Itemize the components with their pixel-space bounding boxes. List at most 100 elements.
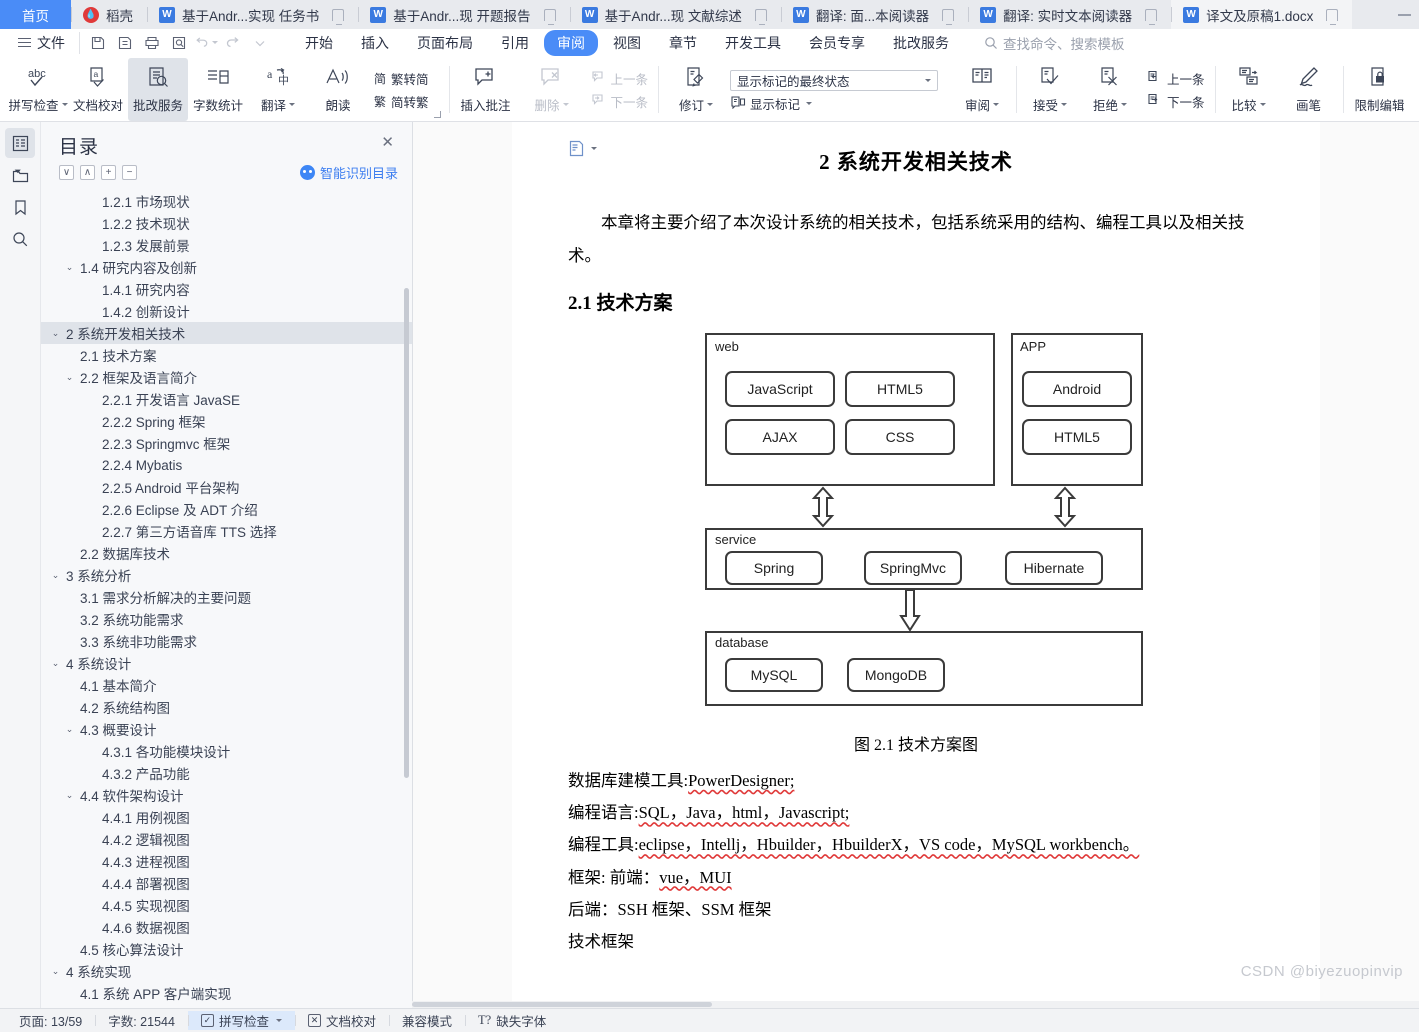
chevron-down-icon[interactable] <box>275 1019 282 1022</box>
chevron-down-icon[interactable]: ⌄ <box>49 966 62 977</box>
chevron-down-icon[interactable] <box>591 147 597 150</box>
tab-document-3[interactable]: 基于Andr...现 文献综述 <box>569 0 781 29</box>
next-change-button[interactable]: 下一条 <box>1146 92 1205 111</box>
document-pane[interactable]: 2 系统开发相关技术 本章将主要介绍了本次设计系统的相关技术，包括系统采用的结构… <box>413 122 1419 1008</box>
chevron-down-icon[interactable] <box>61 103 68 106</box>
outline-item[interactable]: 3.3 系统非功能需求 <box>41 630 412 652</box>
outline-item[interactable]: 4.4.1 用例视图 <box>41 806 412 828</box>
outline-item[interactable]: 2.1 技术方案 <box>41 344 412 366</box>
tab-document-6[interactable]: 译文及原稿1.docx <box>1171 0 1353 29</box>
chevron-down-icon[interactable]: ⌄ <box>63 262 76 273</box>
outline-item[interactable]: 4.4.6 数据视图 <box>41 916 412 938</box>
outline-item[interactable]: 2.2.5 Android 平台架构 <box>41 476 412 498</box>
expand-all-button[interactable]: + <box>101 165 116 180</box>
outline-item[interactable]: ⌄ 2 系统开发相关技术 <box>41 322 412 344</box>
outline-panel-icon[interactable] <box>5 128 35 158</box>
outline-item[interactable]: ⌄ 4.3 概要设计 <box>41 718 412 740</box>
pen-brush-button[interactable]: 画笔 <box>1279 58 1339 121</box>
outline-scrollbar-thumb[interactable] <box>404 288 409 778</box>
tab-page-layout[interactable]: 页面布局 <box>404 30 486 56</box>
document-proof-button[interactable]: a 文档校对 <box>68 58 128 121</box>
outline-item[interactable]: 2.2.6 Eclipse 及 ADT 介绍 <box>41 498 412 520</box>
save-as-icon[interactable] <box>113 32 137 54</box>
tab-start[interactable]: 开始 <box>292 30 346 56</box>
spellcheck-button[interactable]: abc 拼写检查 <box>8 58 68 121</box>
outline-item[interactable]: 4.3.1 各功能模块设计 <box>41 740 412 762</box>
tab-dev-tools[interactable]: 开发工具 <box>712 30 794 56</box>
markup-state-select[interactable]: 显示标记的最终状态 <box>730 69 939 91</box>
outline-item[interactable]: ⌄ 4 系统实现 <box>41 960 412 982</box>
horizontal-scrollbar-thumb[interactable] <box>412 1002 712 1007</box>
reject-change-button[interactable]: 拒绝 <box>1080 58 1140 121</box>
tab-pin-icon[interactable] <box>1326 8 1339 25</box>
status-proofread-button[interactable]: ✕ 文档校对 <box>294 1011 389 1030</box>
chevron-down-icon[interactable]: ⌄ <box>63 724 76 735</box>
undo-dropdown-caret[interactable] <box>212 41 218 44</box>
chevron-down-icon[interactable] <box>806 101 813 105</box>
window-minimize-icon[interactable] <box>1398 13 1411 16</box>
chevron-down-icon[interactable] <box>993 103 1000 106</box>
expand-down-button[interactable]: ∨ <box>59 165 74 180</box>
bookmark-icon[interactable] <box>5 192 35 222</box>
tab-document-1[interactable]: 基于Andr...实现 任务书 <box>147 0 359 29</box>
chevron-down-icon[interactable]: ⌄ <box>49 570 62 581</box>
outline-item[interactable]: ⌄ 1.4 研究内容及创新 <box>41 256 412 278</box>
outline-item[interactable]: 3.1 需求分析解决的主要问题 <box>41 586 412 608</box>
undo-icon[interactable] <box>194 32 218 54</box>
outline-item[interactable]: 1.4.1 研究内容 <box>41 278 412 300</box>
file-menu-button[interactable]: 文件 <box>8 33 75 53</box>
outline-item[interactable]: 2.2.3 Springmvc 框架 <box>41 432 412 454</box>
chevron-down-icon[interactable] <box>1121 103 1128 106</box>
print-icon[interactable] <box>140 32 164 54</box>
chevron-down-icon[interactable]: ⌄ <box>63 372 76 383</box>
tab-references[interactable]: 引用 <box>488 30 542 56</box>
outline-item[interactable]: 1.2.3 发展前景 <box>41 234 412 256</box>
tab-pin-icon[interactable] <box>332 8 345 25</box>
collapse-up-button[interactable]: ∧ <box>80 165 95 180</box>
prev-comment-button[interactable]: 上一条 <box>591 69 648 88</box>
chevron-down-icon[interactable] <box>1061 103 1068 106</box>
outline-item[interactable]: ⌄ 4 系统设计 <box>41 652 412 674</box>
tab-member-exclusive[interactable]: 会员专享 <box>796 30 878 56</box>
outline-item[interactable]: 4.5 核心算法设计 <box>41 938 412 960</box>
restrict-editing-button[interactable]: 限制编辑 <box>1347 58 1413 121</box>
tab-document-4[interactable]: 翻译: 面...本阅读器 <box>780 0 969 29</box>
outline-item[interactable]: 2.2.1 开发语言 JavaSE <box>41 388 412 410</box>
outline-tree[interactable]: 1.2.1 市场现状 1.2.2 技术现状 1.2.3 发展前景 ⌄ 1.4 研究内容及… <box>41 188 412 1008</box>
tab-correction-service[interactable]: 批改服务 <box>880 30 962 56</box>
outline-item[interactable]: 2.2.2 Spring 框架 <box>41 410 412 432</box>
outline-item[interactable]: 2.2.4 Mybatis <box>41 454 412 476</box>
outline-item[interactable]: 1.2.2 技术现状 <box>41 212 412 234</box>
outline-item[interactable]: ⌄ 2.2 框架及语言简介 <box>41 366 412 388</box>
smart-outline-button[interactable]: 智能识别目录 <box>299 163 398 182</box>
outline-item[interactable]: 4.4.5 实现视图 <box>41 894 412 916</box>
chevron-down-icon[interactable]: ⌄ <box>49 658 62 669</box>
correction-service-button[interactable]: 批改服务 <box>128 58 188 121</box>
dialog-launcher-icon[interactable] <box>433 111 441 118</box>
document-permission-button[interactable]: 文档权限 <box>1413 58 1419 121</box>
simp-to-trad-button[interactable]: 繁 简转繁 <box>374 92 429 111</box>
outline-item[interactable]: 4.1 基本简介 <box>41 674 412 696</box>
chevron-down-icon[interactable]: ⌄ <box>49 328 62 339</box>
translate-button[interactable]: a 中 翻译 <box>248 58 308 121</box>
status-spellcheck-button[interactable]: ✓ 拼写检查 <box>187 1011 295 1030</box>
tab-pin-icon[interactable] <box>942 8 955 25</box>
show-markup-button[interactable]: 显示标记 <box>730 94 938 113</box>
prev-change-button[interactable]: 上一条 <box>1146 69 1205 88</box>
chevron-down-icon[interactable] <box>562 103 569 106</box>
redo-icon[interactable] <box>221 32 245 54</box>
next-comment-button[interactable]: 下一条 <box>591 92 648 111</box>
status-missing-font-button[interactable]: T? 缺失字体 <box>465 1011 559 1030</box>
track-changes-button[interactable]: 修订 <box>666 58 726 121</box>
outline-item[interactable]: 4.4.4 部署视图 <box>41 872 412 894</box>
tab-insert[interactable]: 插入 <box>348 30 402 56</box>
delete-comment-button[interactable]: 删除 <box>519 58 585 121</box>
outline-item[interactable]: 4.4.3 进程视图 <box>41 850 412 872</box>
outline-item[interactable]: 3.2 系统功能需求 <box>41 608 412 630</box>
tab-review[interactable]: 审阅 <box>544 29 598 56</box>
tab-pin-icon[interactable] <box>1145 8 1158 25</box>
page-layout-badge[interactable] <box>568 140 597 157</box>
tab-document-2[interactable]: 基于Andr...现 开题报告 <box>358 0 570 29</box>
tab-daoke[interactable]: 稻壳 <box>71 0 147 29</box>
read-aloud-button[interactable]: 朗读 <box>308 58 368 121</box>
